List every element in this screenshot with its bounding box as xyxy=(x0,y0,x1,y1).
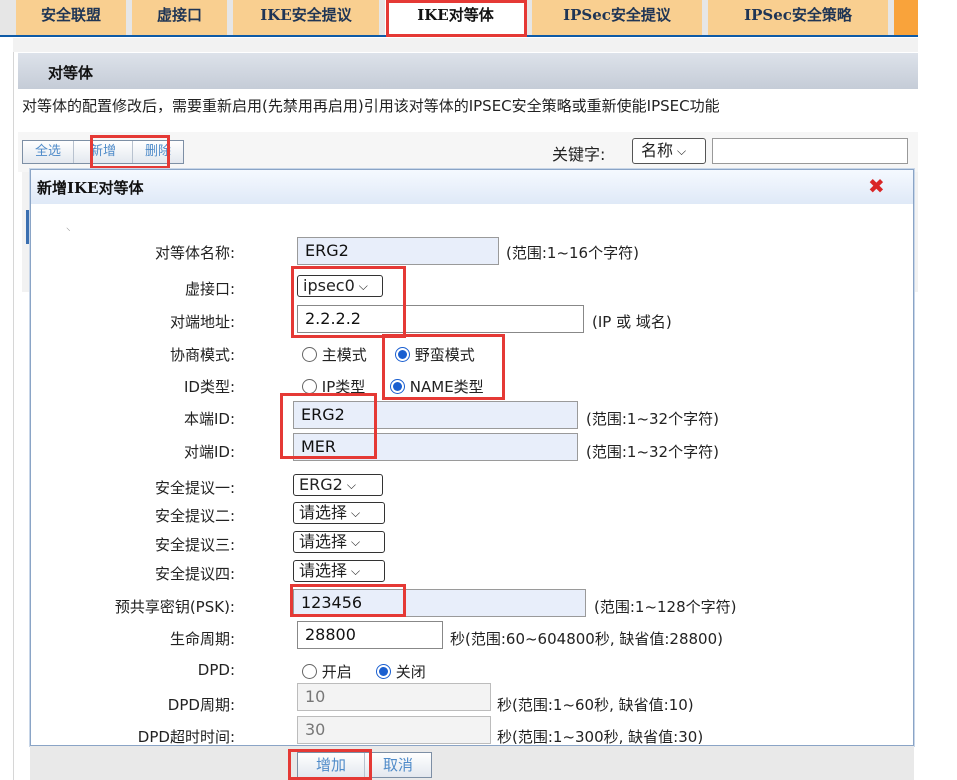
dpd-label: DPD: xyxy=(197,661,235,679)
config-notice: 对等体的配置修改后，需要重新启用(先禁用再启用)引用该对等体的IPSEC安全策略… xyxy=(22,97,720,115)
keyword-label: 关键字: xyxy=(552,145,606,164)
dpd-timeout-label: DPD超时时间: xyxy=(137,728,235,746)
dpd-period-input[interactable]: 10 xyxy=(297,683,491,711)
virtual-if-label: 虚接口: xyxy=(184,280,235,298)
dpd-timeout-hint: 秒(范围:1~300秒, 缺省值:30) xyxy=(497,728,704,746)
keyword-field-select[interactable]: 名称 ⌵ xyxy=(632,138,706,164)
nego-main-radio[interactable] xyxy=(302,347,317,362)
tab-ipsec-policy[interactable]: IPSec安全策略 xyxy=(708,0,888,35)
nego-main-text: 主模式 xyxy=(321,346,367,364)
remote-id-label: 对端ID: xyxy=(183,443,235,461)
highlight-interface-address xyxy=(291,266,406,338)
proposal2-select[interactable]: 请选择 ⌵ xyxy=(293,502,385,524)
content-top-strip xyxy=(13,38,918,52)
keyword-input[interactable] xyxy=(712,138,908,164)
tab-security-association[interactable]: 安全联盟 xyxy=(16,0,126,35)
chevron-down-icon: ⌵ xyxy=(677,144,687,158)
proposal4-label: 安全提议四: xyxy=(154,565,235,583)
local-id-hint: (范围:1~32个字符) xyxy=(586,410,719,428)
highlight-confirm-add xyxy=(288,749,372,780)
dialog-header xyxy=(31,170,913,204)
proposal1-select[interactable]: ERG2 ⌵ xyxy=(293,474,383,496)
local-id-label: 本端ID: xyxy=(183,410,235,428)
proposal4-select[interactable]: 请选择 ⌵ xyxy=(293,560,385,582)
tab-overflow xyxy=(894,0,918,35)
chevron-down-icon: ⌵ xyxy=(351,506,361,520)
highlight-add-button xyxy=(90,135,170,169)
cancel-button[interactable]: 取消 xyxy=(365,753,431,777)
highlight-ids xyxy=(280,393,377,459)
nego-mode-label: 协商模式: xyxy=(169,346,235,364)
dpd-off-radio[interactable] xyxy=(376,664,391,679)
proposal1-value: ERG2 xyxy=(299,475,343,494)
keyword-field-value: 名称 xyxy=(641,141,674,160)
chevron-down-icon: ⌵ xyxy=(351,564,361,578)
dpd-on-radio[interactable] xyxy=(302,664,317,679)
id-ip-radio[interactable] xyxy=(302,379,317,394)
nego-main-option[interactable]: 主模式 xyxy=(302,344,367,365)
peer-name-input[interactable]: ERG2 xyxy=(297,237,499,265)
chevron-down-icon: ⌵ xyxy=(351,535,361,549)
highlight-tab-ike-peer xyxy=(386,0,527,37)
proposal2-label: 安全提议二: xyxy=(154,507,235,525)
remote-addr-hint: (IP 或 域名) xyxy=(592,313,672,331)
proposal3-select[interactable]: 请选择 ⌵ xyxy=(293,531,385,553)
section-header xyxy=(18,53,918,89)
proposal4-value: 请选择 xyxy=(299,561,348,580)
psk-label: 预共享密钥(PSK): xyxy=(114,598,235,616)
tab-ipsec-proposal[interactable]: IPSec安全提议 xyxy=(532,0,702,35)
tab-virtual-interface[interactable]: 虚接口 xyxy=(132,0,227,35)
dpd-on-text: 开启 xyxy=(321,663,352,681)
highlight-mode-idtype xyxy=(382,334,505,400)
proposal1-label: 安全提议一: xyxy=(154,479,235,497)
proposal3-label: 安全提议三: xyxy=(154,536,235,554)
remote-addr-label: 对端地址: xyxy=(169,313,235,331)
remote-id-hint: (范围:1~32个字符) xyxy=(586,443,719,461)
dpd-timeout-input[interactable]: 30 xyxy=(297,716,491,744)
dialog-title: 新增IKE对等体 xyxy=(37,179,144,197)
dialog-footer xyxy=(30,746,914,780)
close-icon[interactable]: ✖ xyxy=(868,174,885,198)
proposal3-value: 请选择 xyxy=(299,532,348,551)
section-title: 对等体 xyxy=(48,64,94,82)
dpd-off-text: 关闭 xyxy=(395,663,426,681)
dpd-on-option[interactable]: 开启 xyxy=(302,661,352,682)
id-type-label: ID类型: xyxy=(183,378,235,396)
dpd-period-label: DPD周期: xyxy=(167,696,235,714)
peer-name-hint: (范围:1~16个字符) xyxy=(506,244,639,262)
peer-name-label: 对等体名称: xyxy=(154,244,235,262)
lifetime-hint: 秒(范围:60~604800秒, 缺省值:28800) xyxy=(450,630,723,648)
highlight-psk xyxy=(290,584,406,617)
lifetime-label: 生命周期: xyxy=(169,630,235,648)
chevron-down-icon: ⌵ xyxy=(346,478,356,492)
tab-ike-proposal[interactable]: IKE安全提议 xyxy=(233,0,379,35)
dpd-period-hint: 秒(范围:1~60秒, 缺省值:10) xyxy=(497,696,694,714)
corner-mark: ⸌ xyxy=(66,227,71,237)
dpd-off-option[interactable]: 关闭 xyxy=(376,661,426,682)
lifetime-input[interactable]: 28800 xyxy=(297,621,443,649)
proposal2-value: 请选择 xyxy=(299,503,348,522)
psk-hint: (范围:1~128个字符) xyxy=(594,598,737,616)
select-all-button[interactable]: 全选 xyxy=(23,141,75,163)
